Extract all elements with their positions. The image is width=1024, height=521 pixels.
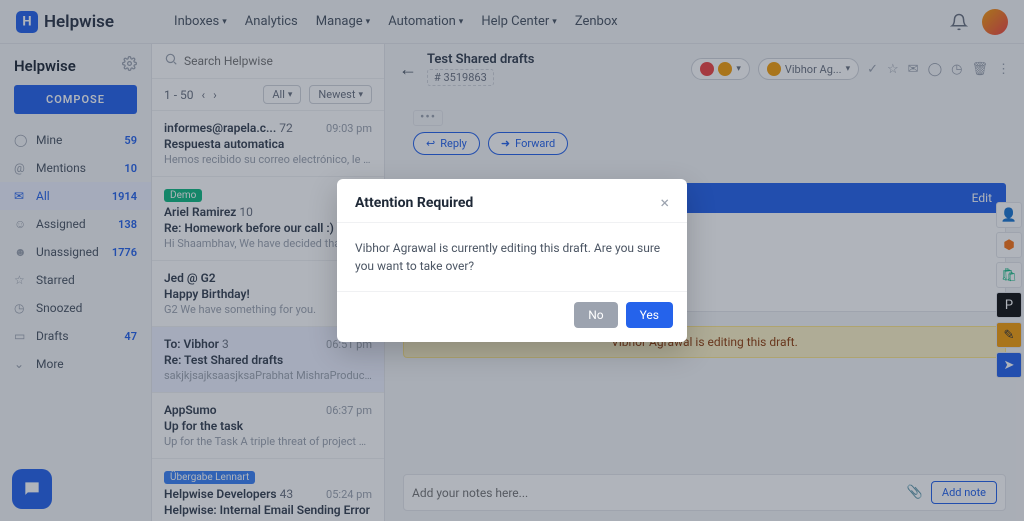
modal-title: Attention Required: [355, 195, 473, 211]
modal-yes-button[interactable]: Yes: [626, 302, 673, 328]
close-icon[interactable]: ×: [660, 193, 669, 212]
modal-overlay: Attention Required × Vibhor Agrawal is c…: [0, 0, 1024, 521]
attention-modal: Attention Required × Vibhor Agrawal is c…: [337, 179, 687, 342]
modal-body: Vibhor Agrawal is currently editing this…: [337, 223, 687, 291]
modal-no-button[interactable]: No: [574, 302, 617, 328]
